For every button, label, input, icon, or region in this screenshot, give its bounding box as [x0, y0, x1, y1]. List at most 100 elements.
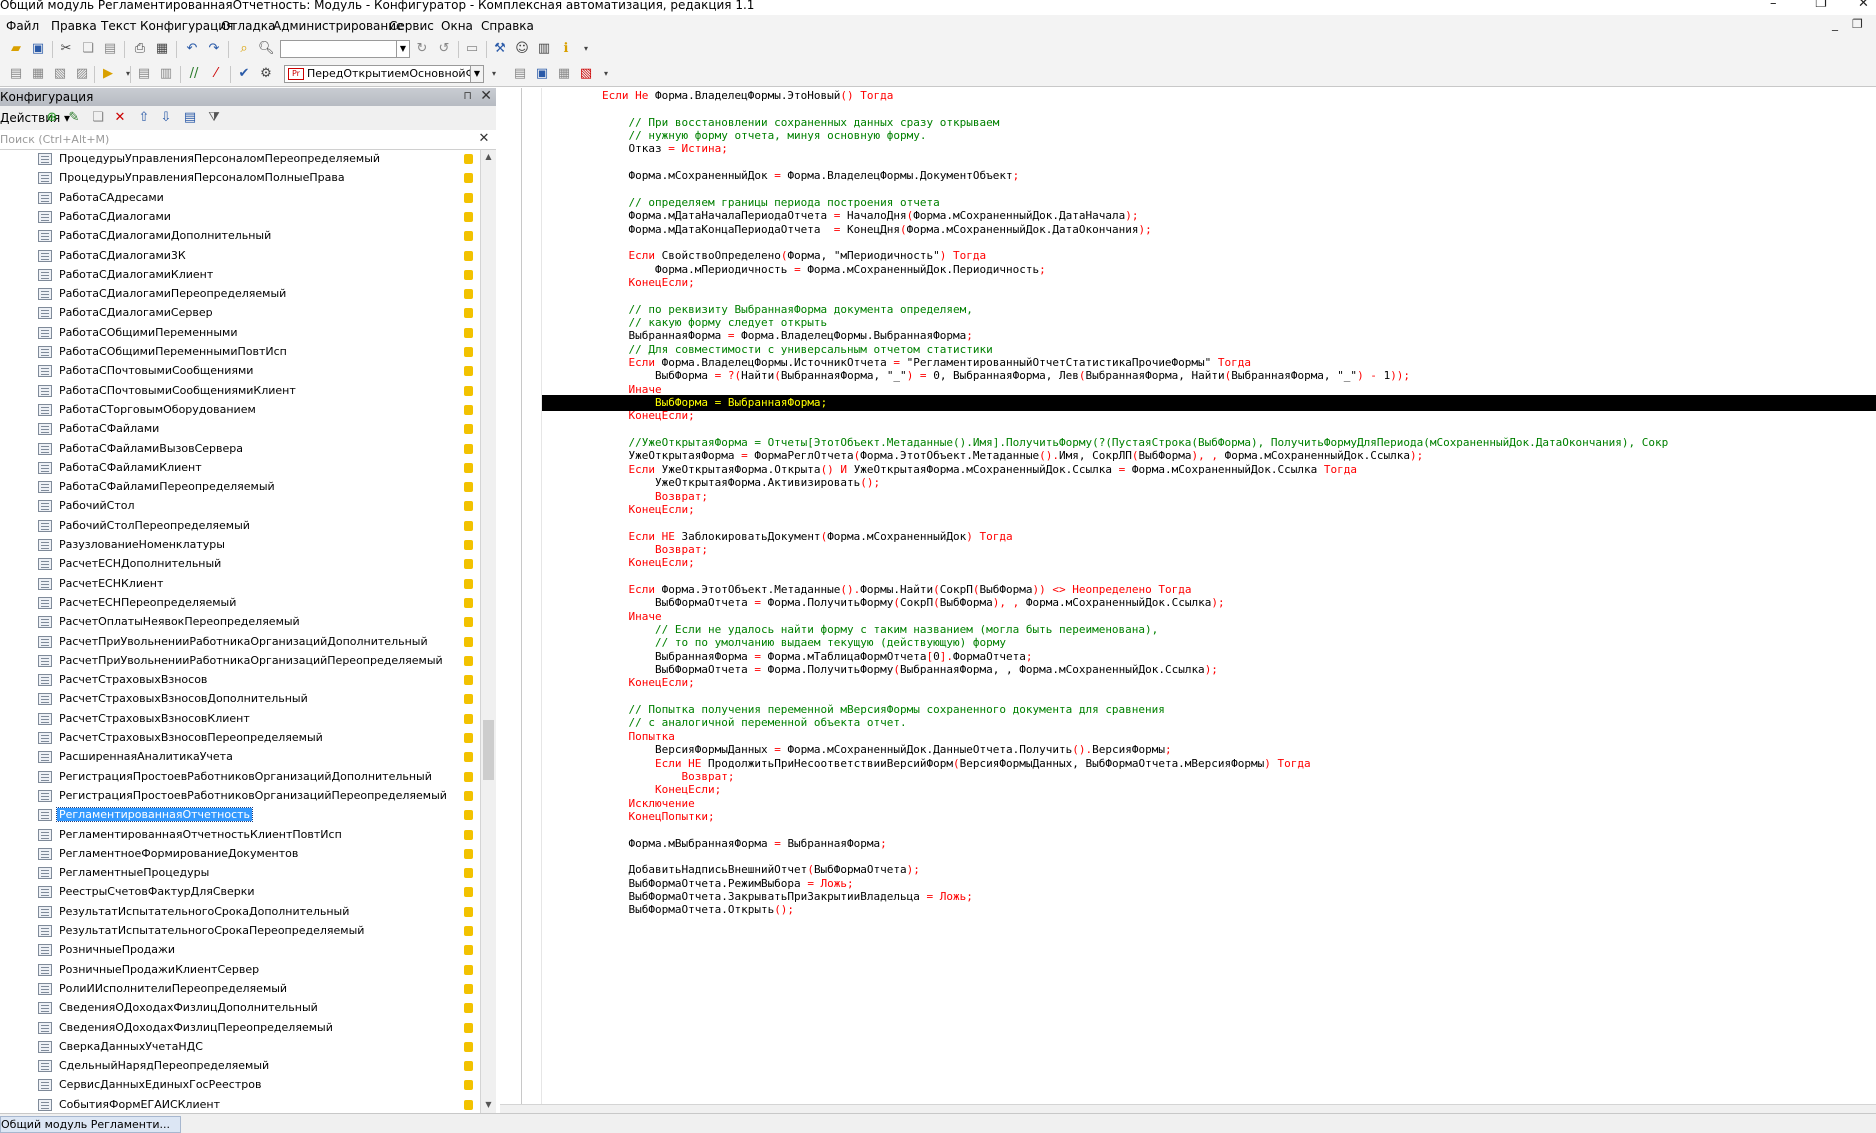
menu-debug[interactable]: Отладка	[221, 19, 275, 33]
tree-item[interactable]: РасчетСтраховыхВзносовКлиент	[0, 710, 480, 729]
tree-item[interactable]: РегистрацияПростоевРаботниковОрганизаций…	[0, 768, 480, 787]
procedure-selector[interactable]: Pr ПередОткрытиемОсновнойФормы ▼	[284, 65, 484, 83]
clear-search-icon[interactable]: ✕	[476, 131, 492, 147]
tree-item[interactable]: РасчетСтраховыхВзносовПереопределяемый	[0, 729, 480, 748]
tree-item[interactable]: РабочийСтолПереопределяемый	[0, 517, 480, 536]
tree-item[interactable]: РасчетЕСНКлиент	[0, 575, 480, 594]
tree-item[interactable]: СобытияФормЕГАИСКлиент	[0, 1096, 480, 1113]
tree-item[interactable]: РегламентноеФормированиеДокументов	[0, 845, 480, 864]
tree-item[interactable]: РасчетЕСНПереопределяемый	[0, 594, 480, 613]
chevron-down-icon[interactable]: ▾	[486, 66, 502, 82]
tree-item[interactable]: РасчетПриУвольненииРаботникаОрганизацийД…	[0, 633, 480, 652]
tree-item[interactable]: ПроцедурыУправленияПерсоналомПолныеПрава	[0, 169, 480, 188]
tree-item[interactable]: РаботаСАдресами	[0, 189, 480, 208]
syntax-assistant-icon[interactable]: ⚒	[492, 41, 508, 57]
maximize-icon[interactable]: ❐	[1815, 0, 1827, 11]
tree-item[interactable]: РаботаСПочтовымиСообщениямиКлиент	[0, 382, 480, 401]
chevron-down-icon[interactable]: ▼	[396, 41, 409, 57]
close-icon[interactable]: ✕	[480, 88, 492, 104]
query-builder-icon[interactable]: ▦	[556, 66, 572, 82]
chevron-down-icon[interactable]: ▼	[470, 66, 483, 82]
tree-item[interactable]: СведенияОДоходахФизлицПереопределяемый	[0, 1019, 480, 1038]
tree-item[interactable]: РасчетСтраховыхВзносов	[0, 671, 480, 690]
start-debug-icon[interactable]: ▶	[100, 66, 116, 82]
tree-item[interactable]: СервисДанныхЕдиныхГосРеестров	[0, 1076, 480, 1095]
search-icon[interactable]: 🔍︎	[258, 41, 275, 57]
tree-item[interactable]: РаботаСДиалогамиДополнительный	[0, 227, 480, 246]
delete-icon[interactable]: ✕	[112, 110, 128, 126]
tree-item[interactable]: РазузлованиеНоменклатуры	[0, 536, 480, 555]
tree-item[interactable]: РаботаСДиалогамиКлиент	[0, 266, 480, 285]
pin-icon[interactable]: ⊓	[463, 89, 472, 102]
menu-windows[interactable]: Окна	[441, 19, 473, 33]
chevron-down-icon[interactable]: ▾	[120, 66, 136, 82]
tree-item[interactable]: РаботаСФайламиВызовСервера	[0, 440, 480, 459]
tree-item[interactable]: РезультатИспытательногоСрокаПереопределя…	[0, 922, 480, 941]
tree-item[interactable]: РасчетОплатыНеявокПереопределяемый	[0, 613, 480, 632]
tree-item[interactable]: РезультатИспытательногоСрокаДополнительн…	[0, 903, 480, 922]
print-preview-icon[interactable]: ▦	[154, 41, 170, 57]
minimize-icon[interactable]: –	[1770, 0, 1777, 11]
tree-item[interactable]: СведенияОДоходахФизлицДополнительный	[0, 999, 480, 1018]
compare-icon[interactable]: ▨	[74, 66, 90, 82]
code-area[interactable]: Если Не Форма.ВладелецФормы.ЭтоНовый() Т…	[500, 88, 1876, 1104]
user-icon[interactable]: ☺	[514, 41, 530, 57]
find-prev-icon[interactable]: ↺	[436, 41, 452, 57]
run-icon[interactable]: ▤	[512, 66, 528, 82]
tree-item[interactable]: РегламентированнаяОтчетность	[0, 806, 480, 825]
tree-item[interactable]: РасчетСтраховыхВзносовДополнительный	[0, 690, 480, 709]
comment-icon[interactable]: //	[186, 66, 202, 82]
close-icon[interactable]: ✕	[1858, 0, 1869, 11]
tree-item[interactable]: РегистрацияПростоевРаботниковОрганизаций…	[0, 787, 480, 806]
uncomment-icon[interactable]: ⁄	[208, 66, 224, 82]
open-icon[interactable]: ▰	[8, 41, 24, 57]
tree-item[interactable]: РеестрыСчетовФактурДляСверки	[0, 883, 480, 902]
tree-item[interactable]: РаботаСДиалогамиПереопределяемый	[0, 285, 480, 304]
tree-item[interactable]: РасширеннаяАналитикаУчета	[0, 748, 480, 767]
tree-search-input[interactable]: Поиск (Ctrl+Alt+M) ✕	[0, 130, 496, 150]
procedures-icon[interactable]: ⚙	[258, 66, 274, 82]
menu-service[interactable]: Сервис	[389, 19, 434, 33]
config-icon[interactable]: ▤	[8, 66, 24, 82]
wizard-icon[interactable]: ▣	[534, 66, 550, 82]
search-input[interactable]: ▼	[280, 40, 410, 58]
mdi-minimize-icon[interactable]: _	[1832, 17, 1838, 31]
scrollbar-thumb[interactable]	[483, 720, 494, 780]
tree-item[interactable]: РасчетЕСНДополнительный	[0, 555, 480, 574]
sort-icon[interactable]: ▤	[182, 110, 198, 126]
save-icon[interactable]: ▣	[30, 41, 46, 57]
scroll-down-icon[interactable]: ▼	[483, 1100, 494, 1109]
tree-item[interactable]: РаботаСТорговымОборудованием	[0, 401, 480, 420]
form-builder-icon[interactable]: ▧	[578, 66, 594, 82]
window-icon[interactable]: ▭	[464, 41, 480, 57]
module-icon[interactable]: ▤	[136, 66, 152, 82]
tree-item[interactable]: РозничныеПродажи	[0, 941, 480, 960]
tree-item[interactable]: РозничныеПродажиКлиентСервер	[0, 961, 480, 980]
tree-item[interactable]: РаботаСДиалогами3К	[0, 247, 480, 266]
window-tab[interactable]: Общий модуль Регламенти...	[0, 1116, 182, 1133]
paste-icon[interactable]: ▤	[102, 41, 118, 57]
tree-item[interactable]: РаботаСДиалогамиСервер	[0, 304, 480, 323]
syntax-check-icon[interactable]: ✔	[236, 66, 252, 82]
db-config-icon[interactable]: ▦	[30, 66, 46, 82]
print-icon[interactable]: ⎙	[132, 41, 148, 57]
horizontal-scrollbar[interactable]	[500, 1104, 1876, 1113]
edit-icon[interactable]: ✎	[66, 110, 82, 126]
tree-item[interactable]: РегламентныеПроцедуры	[0, 864, 480, 883]
menu-configuration[interactable]: Конфигурация	[140, 19, 233, 33]
tree-item[interactable]: СдельныйНарядПереопределяемый	[0, 1057, 480, 1076]
tree-item[interactable]: РаботаСДиалогами	[0, 208, 480, 227]
move-down-icon[interactable]: ⇩	[158, 110, 174, 126]
cut-icon[interactable]: ✂	[58, 41, 74, 57]
tree-item[interactable]: ПроцедурыУправленияПерсоналомПереопредел…	[0, 150, 480, 169]
mdi-restore-icon[interactable]: ❐	[1852, 17, 1863, 31]
menu-administration[interactable]: Администрирование	[273, 19, 403, 33]
find-in-files-icon[interactable]: ⌕	[236, 41, 252, 57]
tree-item[interactable]: СверкаДанныхУчетаНДС	[0, 1038, 480, 1057]
menu-edit[interactable]: Правка	[51, 19, 97, 33]
copy-icon[interactable]: ❏	[90, 110, 106, 126]
undo-icon[interactable]: ↶	[184, 41, 200, 57]
tree-item[interactable]: РаботаСОбщимиПеременнымиПовтИсп	[0, 343, 480, 362]
find-next-icon[interactable]: ↻	[414, 41, 430, 57]
tree-item[interactable]: РаботаСОбщимиПеременными	[0, 324, 480, 343]
